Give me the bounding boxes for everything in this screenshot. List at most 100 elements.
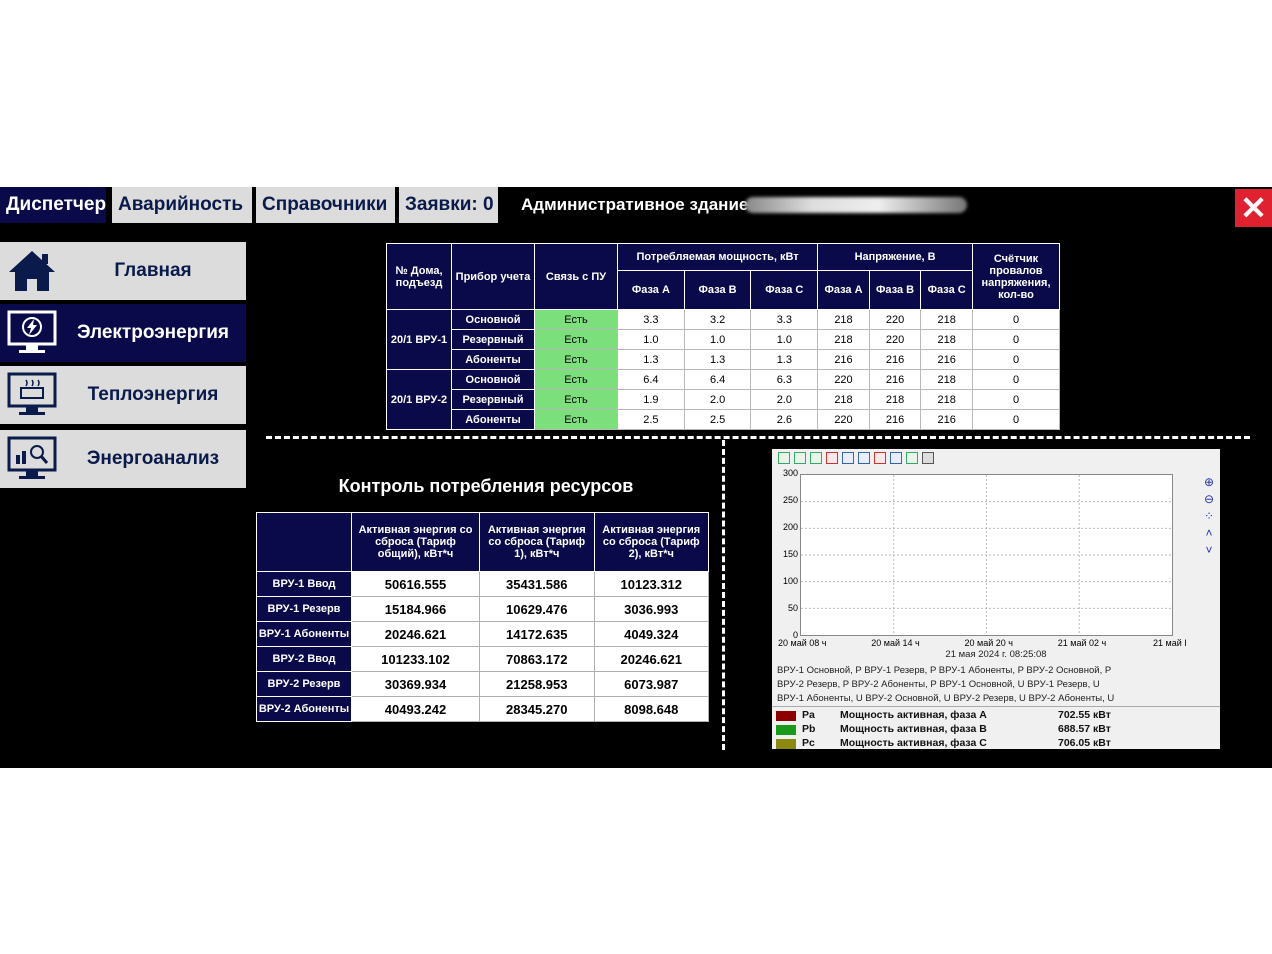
col-power-a: Фаза А [617,270,685,310]
series-value: 688.57 кВт [1058,723,1111,735]
sidebar-item-electricity[interactable]: Электроэнергия [0,304,246,362]
link-status: Есть [534,309,618,330]
group-label: 20/1 ВРУ-1 [386,309,452,370]
cell-tariff2: 10123.312 [593,571,710,597]
voltage-b: 220 [868,329,922,350]
chart-refresh-icon[interactable] [794,452,806,465]
redacted-address [745,197,967,213]
link-status: Есть [534,369,618,390]
series-value: 702.55 кВт [1058,709,1111,721]
power-a: 1.0 [617,329,685,350]
voltage-c: 218 [920,309,973,330]
power-b: 3.2 [683,309,752,330]
y-tick-label: 100 [782,576,798,586]
power-a: 1.3 [617,349,685,370]
power-a: 6.4 [617,369,685,390]
plot-grid [801,475,1172,635]
cell-total: 50616.555 [350,571,481,597]
power-a: 3.3 [617,309,685,330]
col-device: Прибор учета [451,243,535,310]
legend-line: ВРУ-1 Абоненты, U ВРУ-2 Основной, U ВРУ-… [777,693,1115,704]
cell-tariff1: 70863.172 [479,646,595,672]
table-row: Резервный Есть 1.9 2.0 2.0 218 218 218 0 [387,389,1060,410]
app-window: Диспетчер Аварийность Справочники Заявки… [0,187,1272,768]
close-button[interactable]: ✕ [1235,189,1272,227]
voltage-c: 216 [920,349,973,370]
power-b: 1.0 [683,329,752,350]
series-code: Pa [802,709,815,721]
dips-count: 0 [972,309,1060,330]
fit-icon[interactable]: ⁘ [1202,508,1216,525]
tab-dispatcher[interactable]: Диспетчер [0,187,108,223]
table-row: 20/1 ВРУ-2 Основной Есть 6.4 6.4 6.3 220… [386,369,1060,430]
excel-icon[interactable] [906,452,918,465]
series-row: Pb Мощность активная, фаза В 688.57 кВт [772,723,1220,737]
series-name: Мощность активная, фаза В [840,723,987,735]
cell-tariff1: 14172.635 [479,621,595,647]
col-power-b: Фаза В [683,270,752,310]
series-value: 706.05 кВт [1058,737,1111,749]
voltage-b: 216 [868,369,922,390]
cell-tariff2: 4049.324 [593,621,710,647]
close-icon: ✕ [1240,190,1267,226]
zoom-in-icon[interactable] [842,452,854,465]
table-row: ВРУ-1 Ввод 50616.555 35431.586 10123.312 [256,571,710,597]
sidebar-item-label: Главная [114,260,192,281]
zoom-out-icon[interactable] [858,452,870,465]
chevron-up-icon[interactable]: ˄ [1202,525,1216,542]
chart-toolbar [778,452,938,465]
col-total: Активная энергия со сброса (Тариф общий)… [350,512,481,572]
tab-references[interactable]: Справочники [256,187,397,223]
zoom-out-icon[interactable]: ⊖ [1202,491,1216,508]
sidebar-item-analysis[interactable]: Энергоанализ [0,430,246,488]
chart-type-icon[interactable] [778,452,790,465]
col-tariff2: Активная энергия со сброса (Тариф 2), кВ… [593,512,710,572]
undo-icon[interactable] [890,452,902,465]
link-status: Есть [534,329,618,350]
col-voltage-b: Фаза В [868,270,922,310]
y-tick-label: 50 [787,603,798,613]
tab-requests[interactable]: Заявки: 0 [399,187,500,223]
table-row: Абоненты Есть 1.3 1.3 1.3 216 216 216 0 [387,349,1060,370]
col-house: № Дома, подъезд [386,243,452,310]
series-swatch [776,711,796,721]
series-code: Pb [802,723,816,735]
divider-vertical [722,440,725,750]
x-tick-label: 21 май 02 ч [1057,638,1107,648]
col-voltage-c: Фаза С [920,270,973,310]
dips-count: 0 [972,409,1060,430]
link-status: Есть [534,389,618,410]
plot-area[interactable] [800,474,1173,636]
table-row: ВРУ-2 Абоненты 40493.242 28345.270 8098.648 [256,696,710,722]
voltage-c: 218 [920,329,973,350]
chart-pdf-icon[interactable] [826,452,838,465]
table-row: ВРУ-1 Резерв 15184.966 10629.476 3036.993 [256,596,710,622]
legend-line: ВРУ-1 Основной, P ВРУ-1 Резерв, P ВРУ-1 … [777,665,1112,676]
row-label: ВРУ-2 Абоненты [256,696,352,722]
settings-icon[interactable] [874,452,886,465]
chevron-down-icon[interactable]: ˅ [1202,542,1216,559]
building-title: Административное здание [521,195,749,214]
row-label: ВРУ-1 Резерв [256,596,352,622]
chart-line-icon[interactable] [810,452,822,465]
sidebar-item-heat[interactable]: Теплоэнергия [0,366,246,424]
print-icon[interactable] [922,452,934,465]
power-b: 2.5 [683,409,752,430]
col-power-c: Фаза С [750,270,819,310]
zoom-in-icon[interactable]: ⊕ [1202,474,1216,491]
series-swatch [776,725,796,735]
series-swatch [776,739,796,749]
table-row: ВРУ-2 Ввод 101233.102 70863.172 20246.621 [256,646,710,672]
voltage-c: 216 [920,409,973,430]
voltage-a: 220 [817,369,870,390]
sidebar-item-home[interactable]: Главная [0,242,246,300]
row-label: ВРУ-2 Ввод [256,646,352,672]
heat-monitor-icon [7,372,57,415]
power-c: 1.3 [750,349,819,370]
voltage-a: 218 [817,329,870,350]
voltage-a: 218 [817,389,870,410]
tab-accidents[interactable]: Аварийность [112,187,254,223]
cell-total: 101233.102 [350,646,481,672]
col-counter: Счётчик провалов напряжения, кол-во [972,243,1060,310]
group-label: 20/1 ВРУ-2 [386,369,452,430]
